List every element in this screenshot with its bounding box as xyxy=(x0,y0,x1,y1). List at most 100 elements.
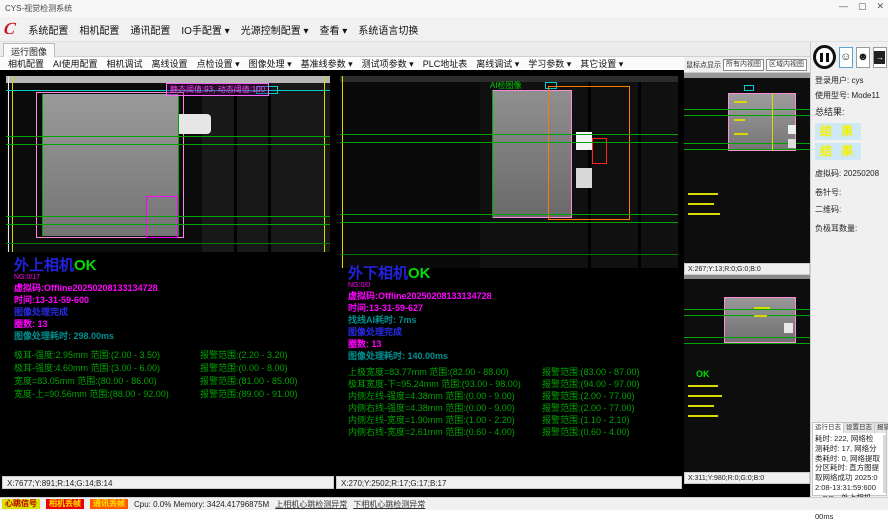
sidebar: ☺ ☻ → 登录用户: cys 使用型号: Mode11 总结果: 结 果 结 … xyxy=(810,42,888,497)
camera-name: 外上相机 xyxy=(14,258,74,274)
status-ok: OK xyxy=(74,257,97,274)
green-line xyxy=(6,224,330,225)
menu-item-view[interactable]: 查看 ▾ xyxy=(320,22,348,37)
toolbar-spotcheck-setting[interactable]: 点检设置 ▾ xyxy=(197,57,240,70)
ng-counter: NG:0/0 xyxy=(348,282,680,290)
menu-item-light-config[interactable]: 光源控制配置 ▾ xyxy=(241,22,309,37)
measure-row: 宽度=83.05mm 范围:(80.00 - 86.00) 报警范围:(81.00… xyxy=(14,375,332,388)
lower-camera-image[interactable]: AI检图像 xyxy=(340,76,678,268)
toolbar-other-setting[interactable]: 其它设置 ▾ xyxy=(580,57,623,70)
ai-elapsed-text: 找线AI耗时: 7ms xyxy=(348,314,680,326)
mini1-coords-bar: X:267;Y:13;R:0;G:0;B:0 xyxy=(684,263,810,275)
menu-item-camera-config[interactable]: 相机配置 xyxy=(79,22,119,37)
yellow-text-mark xyxy=(754,315,767,317)
tab-count-label: 负极耳数量: xyxy=(811,221,888,236)
cpu-memory-text: Cpu: 0.0% Memory: 3424.41796875M xyxy=(134,500,269,509)
upper-camera-view: 静态阈值:93, 动态阈值:100 外上相机OK NG:0/17 虚拟码:Off… xyxy=(2,70,334,497)
toolbar-image-process[interactable]: 图像处理 ▾ xyxy=(249,57,292,70)
menu-item-system-config[interactable]: 系统配置 xyxy=(28,22,68,37)
camera-title-line: 外上相机OK xyxy=(14,258,332,274)
toolbar-offline-debug[interactable]: 离线调试 ▾ xyxy=(476,57,519,70)
login-user-value: cys xyxy=(851,76,863,85)
toolbar-plc-address[interactable]: PLC地址表 xyxy=(423,57,468,70)
green-line xyxy=(340,254,678,255)
toolbar-baseline-params[interactable]: 基准线参数 ▾ xyxy=(301,57,353,70)
log-tab-error[interactable]: 报错日志 xyxy=(875,423,888,433)
log-tab-setting[interactable]: 设置日志 xyxy=(844,423,875,433)
user-button[interactable]: ☺ xyxy=(839,47,853,68)
upper-coords-bar: X:7677;Y:891;R:14;G:14;B:14 xyxy=(2,476,334,489)
exit-button[interactable]: → xyxy=(873,47,887,68)
cyan-marker xyxy=(744,85,754,91)
measure-row: 上极宽度=83.77mm 范围:(82.00 - 88.00)报警范围:(83.… xyxy=(348,366,680,378)
measure-row: 内侧左线-宽度=1.90mm 范围:(1.00 - 2.20)报警范围:(1.1… xyxy=(348,414,680,426)
edge-line xyxy=(8,76,9,252)
mini-tab-all-view[interactable]: 所有内视图 xyxy=(723,59,764,71)
loop-count-text: 圈数: 13 xyxy=(14,318,332,330)
overlay-threshold-label: 静态阈值:93, 动态阈值:100 xyxy=(166,83,269,96)
pin-label: 卷针号: xyxy=(811,185,888,200)
user-dark-button[interactable]: ☻ xyxy=(856,47,870,68)
toolbar-learn-params[interactable]: 学习参数 ▾ xyxy=(528,57,571,70)
ng-counter: NG:0/17 xyxy=(14,274,332,282)
measure-rows: 极耳-强度:2.95mm 范围:(2.00 - 3.50)报警范围:(2.20 … xyxy=(14,349,332,401)
menu-item-language-switch[interactable]: 系统语言切换 xyxy=(358,22,418,37)
upper-camera-text: 外上相机OK NG:0/17 虚拟码:Offline20250208133134… xyxy=(14,258,332,401)
green-vline xyxy=(178,94,179,236)
toolbar-ai-config[interactable]: AI使用配置 xyxy=(53,57,98,70)
log-panel: 运行日志 设置日志 报错日志 耗时: 222, 网络检测耗时: 17, 网络分类… xyxy=(812,422,887,496)
measure-text: 极耳宽度-下=95.24mm 范围:(93.00 - 98.00) xyxy=(348,378,534,390)
mini-view-2[interactable]: OK xyxy=(684,275,810,472)
alarm-text: 报警范围:(89.00 - 91.00) xyxy=(200,388,298,401)
upper-camera-link[interactable]: 上相机心跳检测异常 xyxy=(275,499,347,510)
toolbar: 相机配置 AI使用配置 相机调试 离线设置 点检设置 ▾ 图像处理 ▾ 基准线参… xyxy=(0,57,683,71)
measure-text: 上极宽度=83.77mm 范围:(82.00 - 88.00) xyxy=(348,366,534,378)
mini-view-1[interactable] xyxy=(684,73,810,263)
background-band xyxy=(340,82,480,268)
yellow-line xyxy=(12,76,13,252)
toolbar-camera-debug[interactable]: 相机调试 xyxy=(107,57,143,70)
green-line xyxy=(340,134,678,135)
measure-text: 宽度=83.05mm 范围:(80.00 - 86.00) xyxy=(14,375,192,388)
lower-coords-bar: X:270;Y:2502;R:17;G:17;B:17 xyxy=(336,476,682,489)
menu-item-comm-config[interactable]: 通讯配置 xyxy=(130,22,170,37)
alarm-text: 报警范围:(94.00 - 97.00) xyxy=(542,378,640,390)
highlight-spot xyxy=(788,125,796,134)
yellow-line xyxy=(324,76,325,252)
minimize-icon[interactable]: — xyxy=(839,1,848,12)
qr-label: 二维码: xyxy=(811,202,888,217)
measure-text: 内侧右线-强度=4.38mm 范围:(0.00 - 9.00) xyxy=(348,402,534,414)
highlight-spot xyxy=(788,139,796,148)
maximize-icon[interactable]: ▢ xyxy=(858,1,867,12)
measure-text: 极耳-强度:4.60mm 范围:(3.00 - 6.00) xyxy=(14,362,192,375)
pause-button[interactable] xyxy=(813,45,836,69)
close-icon[interactable]: ✕ xyxy=(876,1,884,12)
toolbar-offline-setting[interactable]: 离线设置 xyxy=(152,57,188,70)
mini-ok-text: OK xyxy=(696,369,710,379)
mini-tab-region-view[interactable]: 区域内视图 xyxy=(766,59,807,71)
measure-text: 内侧右线-宽度=2.61mm 范围:(0.60 - 4.00) xyxy=(348,426,534,438)
tabstrip: 运行图像 xyxy=(0,42,810,57)
log-tab-run[interactable]: 运行日志 xyxy=(813,423,844,433)
log-scrollbar[interactable] xyxy=(883,435,886,493)
yellow-text-mark xyxy=(688,203,714,205)
highlight-spot xyxy=(784,323,793,333)
menu-item-io-config[interactable]: IO手配置 ▾ xyxy=(181,22,229,37)
measure-row: 宽度-上=90.56mm 范围:(88.00 - 92.00)报警范围:(89.… xyxy=(14,388,332,401)
green-line xyxy=(684,337,810,338)
barcode-value: 20250208 xyxy=(843,169,879,178)
toolbar-camera-config[interactable]: 相机配置 xyxy=(8,57,44,70)
toolbar-test-params[interactable]: 测试项参数 ▾ xyxy=(362,57,414,70)
model-value: Mode11 xyxy=(851,91,879,100)
upper-camera-image[interactable]: 静态阈值:93, 动态阈值:100 xyxy=(6,76,330,252)
green-line xyxy=(6,144,330,145)
green-line xyxy=(6,136,330,137)
brand-logo: C xyxy=(3,19,17,39)
window-title: CYS-视觉检测系统 xyxy=(5,3,72,14)
alarm-text: 报警范围:(2.00 - 77.00) xyxy=(542,390,635,402)
yellow-text-mark xyxy=(734,133,748,135)
background-band xyxy=(202,83,330,252)
yellow-text-mark xyxy=(688,385,718,387)
alarm-text: 报警范围:(81.00 - 85.00) xyxy=(200,375,298,388)
lower-camera-link[interactable]: 下相机心跳检测异常 xyxy=(353,499,425,510)
